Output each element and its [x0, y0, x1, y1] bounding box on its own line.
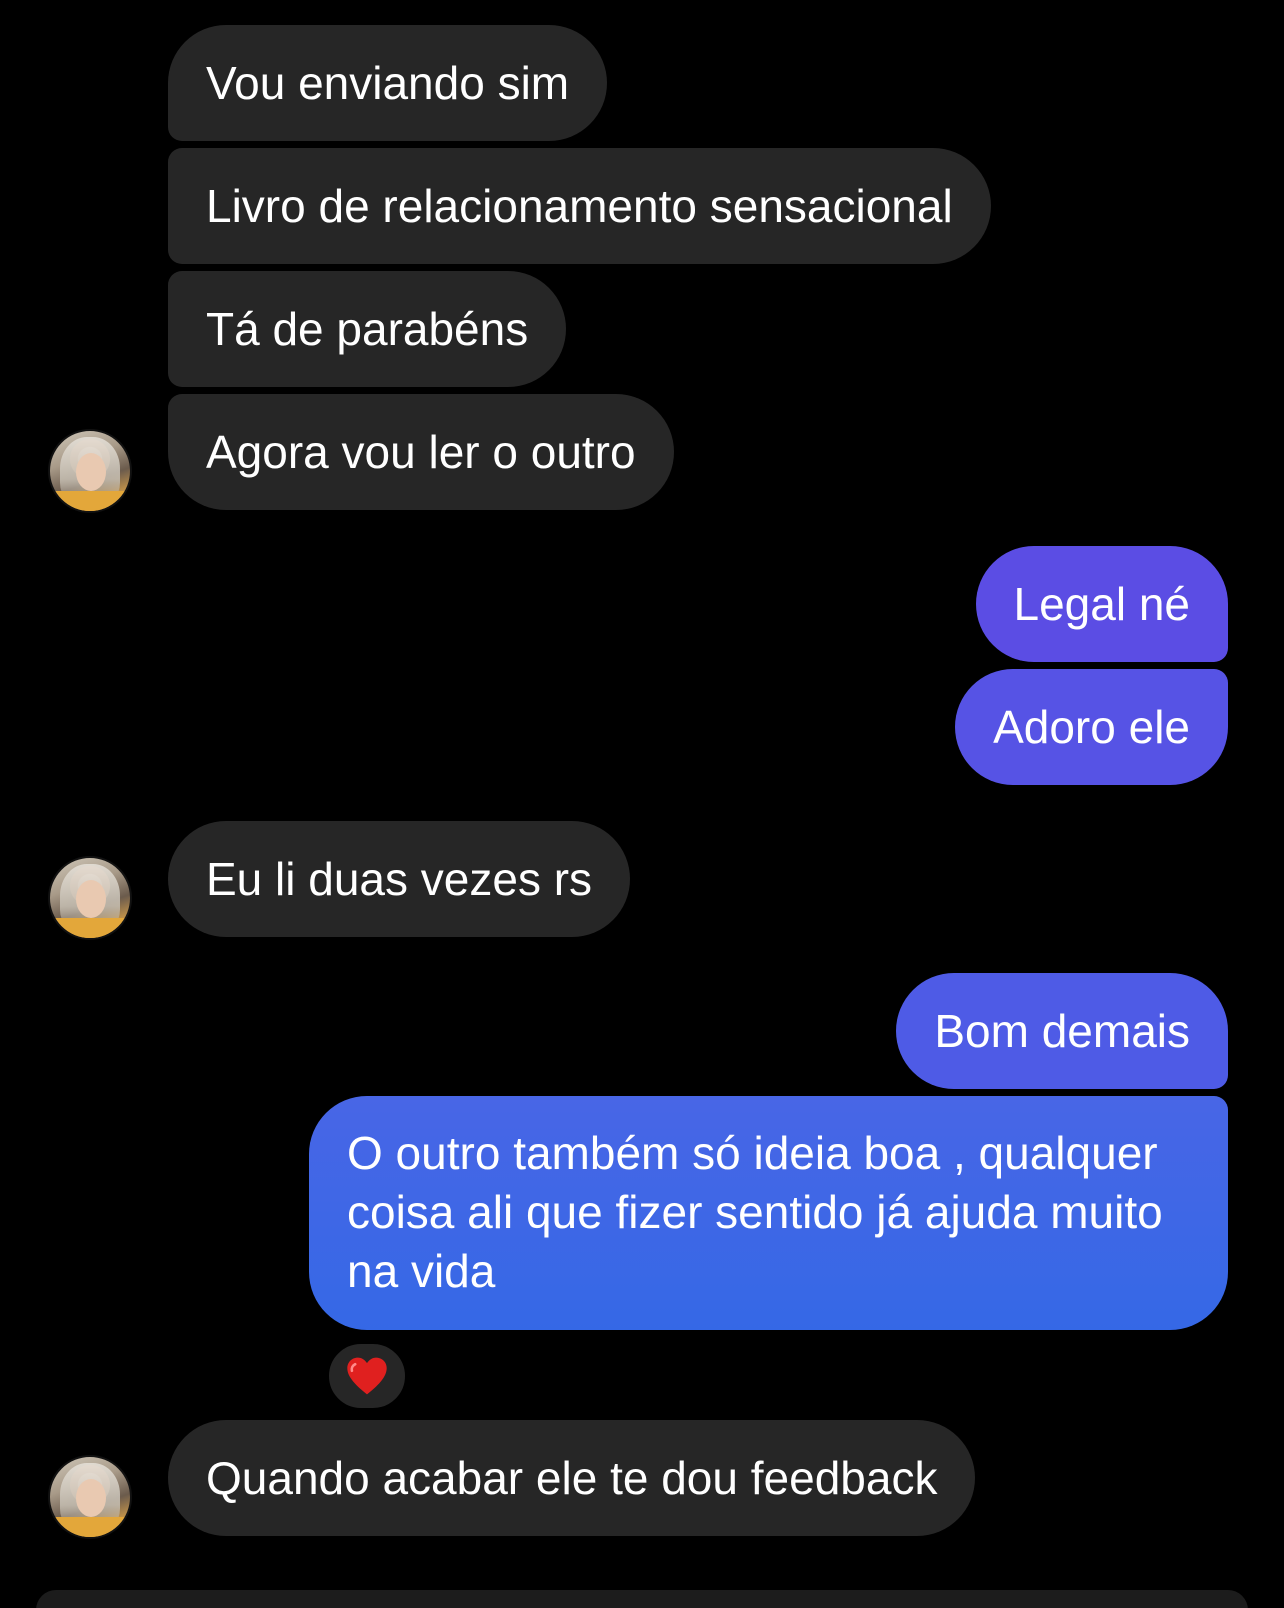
message-bubble-incoming[interactable]: Eu li duas vezes rs [168, 821, 631, 937]
message-bubble-incoming[interactable]: Quando acabar ele te dou feedback [168, 1420, 976, 1536]
message-bubble-outgoing[interactable]: Legal né [975, 546, 1228, 662]
message-text: Bom demais [934, 1005, 1190, 1057]
message-text: Legal né [1013, 578, 1191, 630]
message-text-line: na vida [347, 1245, 496, 1297]
message-composer[interactable] [36, 1590, 1248, 1608]
message-bubble-outgoing[interactable]: Adoro ele [955, 669, 1228, 785]
message-text-line: coisa ali que fizer sentido já ajuda mui… [347, 1186, 1163, 1238]
message-bubble-outgoing[interactable]: Bom demais [896, 973, 1228, 1089]
avatar[interactable] [48, 1455, 132, 1539]
message-text: Vou enviando sim [206, 57, 570, 109]
message-bubble-incoming[interactable]: Vou enviando sim [168, 25, 608, 141]
message-text: Quando acabar ele te dou feedback [206, 1452, 938, 1504]
avatar[interactable] [48, 429, 132, 513]
message-text-line: O outro também só ideia boa , qualquer [347, 1127, 1158, 1179]
message-text: Tá de parabéns [206, 303, 529, 355]
message-text: Eu li duas vezes rs [206, 853, 593, 905]
message-bubble-incoming[interactable]: Tá de parabéns [168, 271, 567, 387]
avatar[interactable] [48, 856, 132, 940]
message-bubble-incoming[interactable]: Livro de relacionamento sensacional [168, 148, 991, 264]
message-text: Livro de relacionamento sensacional [206, 180, 953, 232]
message-text: Adoro ele [993, 701, 1190, 753]
message-text: Agora vou ler o outro [206, 426, 636, 478]
message-bubble-incoming[interactable]: Agora vou ler o outro [168, 394, 674, 510]
reaction-badge[interactable] [323, 1338, 411, 1414]
message-bubble-outgoing[interactable]: O outro também só ideia boa , qualquer c… [309, 1096, 1228, 1330]
heart-icon [347, 1357, 387, 1395]
